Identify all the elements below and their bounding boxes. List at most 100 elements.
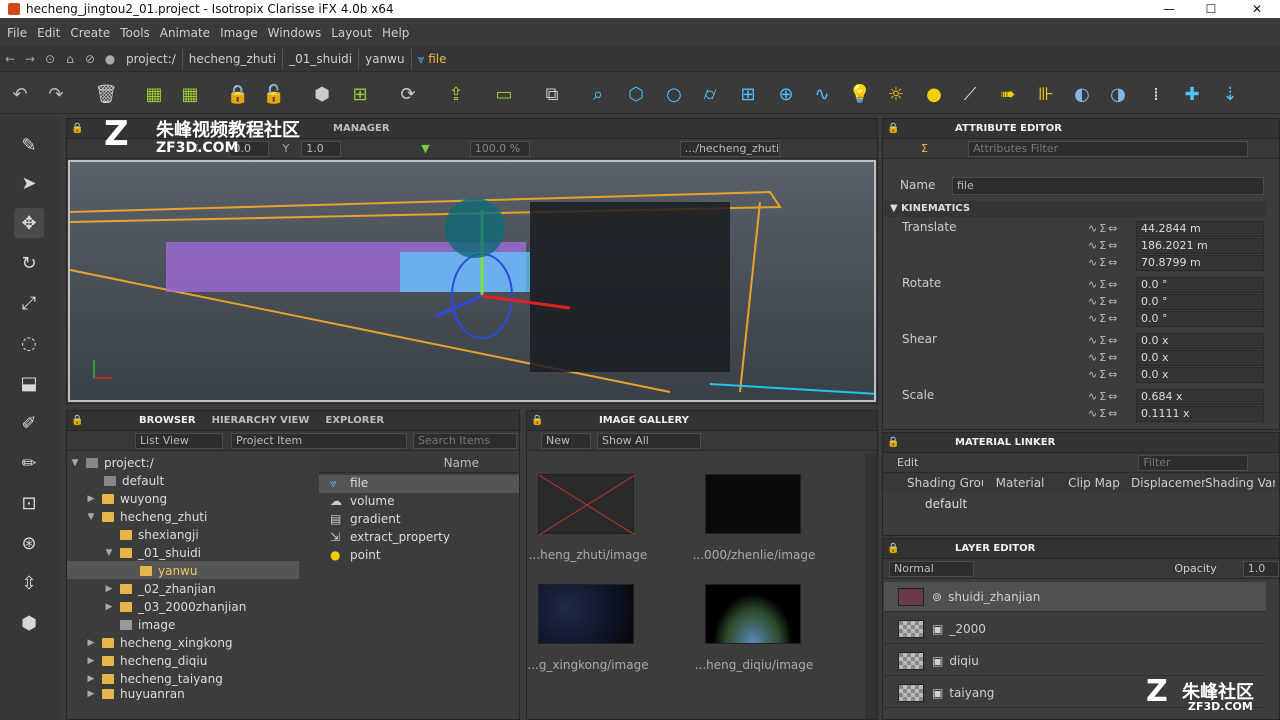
animate-icons[interactable]: ∿Σ⇔ — [1088, 312, 1119, 325]
sphere-light-icon[interactable]: ● — [922, 82, 946, 106]
scale-y[interactable]: 0.1111 x — [1136, 406, 1264, 422]
camera-move-icon[interactable]: ⊛ — [14, 528, 44, 558]
brush-icon[interactable]: ✏ — [14, 448, 44, 478]
sigma-icon[interactable]: Σ — [921, 142, 928, 155]
particles-icon[interactable]: ⁞ — [1144, 82, 1168, 106]
collapse-icon[interactable]: ▼ — [86, 508, 96, 526]
move-icon[interactable]: ✥ — [14, 208, 44, 238]
collapse-icon[interactable]: ▼ — [104, 544, 114, 562]
rotate-icon[interactable]: ↻ — [14, 248, 44, 278]
translate-y[interactable]: 186.2021 m — [1136, 238, 1264, 254]
measure-icon[interactable]: ⇳ — [14, 568, 44, 598]
environment-icon[interactable]: ◐ — [1070, 82, 1094, 106]
shapes-icon[interactable]: ⬢ — [14, 608, 44, 638]
redo-icon[interactable]: ↷ — [44, 82, 68, 106]
history-icon[interactable]: ⊙ — [40, 52, 60, 66]
light-bulb-icon[interactable]: 💡 — [848, 82, 872, 106]
menu-layout[interactable]: Layout — [326, 26, 377, 40]
tree-item-image[interactable]: image — [120, 616, 175, 634]
layer-row[interactable]: ▣ _2000 — [884, 614, 1266, 644]
menu-file[interactable]: File — [2, 26, 32, 40]
tree-item-hecheng-zhuti[interactable]: ▼ hecheng_zhuti — [86, 508, 208, 526]
col-clip-map[interactable]: Clip Map — [1057, 473, 1131, 493]
attributes-filter-input[interactable]: Attributes Filter — [967, 140, 1248, 157]
animate-icons[interactable]: ∿Σ⇔ — [1088, 295, 1119, 308]
zoom-icon[interactable]: ⌕ — [586, 82, 610, 106]
spot-light-icon[interactable]: ⟋ — [958, 82, 982, 106]
col-displacement[interactable]: Displacement — [1131, 473, 1205, 493]
animate-icons[interactable]: ∿Σ⇔ — [1088, 390, 1119, 403]
sun-icon[interactable]: ☼ — [884, 82, 908, 106]
expand-icon[interactable]: ▶ — [86, 670, 96, 688]
animate-icons[interactable]: ∿Σ⇔ — [1088, 278, 1119, 291]
col-shading-group[interactable]: Shading Group — [907, 473, 983, 493]
network-icon[interactable]: ⧉ — [540, 82, 564, 106]
expand-icon[interactable]: ▶ — [86, 688, 96, 700]
browser-lock-icon[interactable]: 🔒 — [71, 415, 131, 426]
thumbnail-zhenlie[interactable] — [705, 474, 801, 534]
edit-menu[interactable]: Edit — [897, 456, 918, 469]
col-material[interactable]: Material — [983, 473, 1057, 493]
list-item-point[interactable]: ● point — [322, 546, 518, 564]
breadcrumb-hecheng-zhuti[interactable]: hecheng_zhuti — [183, 48, 284, 69]
3d-viewport[interactable] — [68, 160, 876, 402]
minimize-button[interactable]: — — [1146, 0, 1192, 18]
grid-icon[interactable]: ⊞ — [736, 82, 760, 106]
menu-create[interactable]: Create — [65, 26, 115, 40]
layer-row[interactable]: ▣ diqiu — [884, 646, 1266, 676]
tree-item-yanwu[interactable]: yanwu — [140, 562, 197, 580]
ungroup-icon[interactable]: ▦ — [178, 82, 202, 106]
stop-icon[interactable]: ⊘ — [80, 52, 100, 66]
animate-icons[interactable]: ∿Σ⇔ — [1088, 256, 1119, 269]
tree-item-taiyang[interactable]: ▶ hecheng_taiyang — [86, 670, 223, 688]
expand-icon[interactable]: ▶ — [104, 580, 114, 598]
layer-lock-icon[interactable]: 🔒 — [887, 543, 947, 554]
group-icon[interactable]: ▦ — [142, 82, 166, 106]
area-light-icon[interactable]: ⊪ — [1034, 82, 1058, 106]
name-field[interactable]: file — [952, 177, 1264, 195]
pipette-icon[interactable]: ✎ — [14, 130, 44, 160]
expand-icon[interactable]: ▶ — [104, 598, 114, 616]
menu-help[interactable]: Help — [377, 26, 414, 40]
undo-icon[interactable]: ↶ — [8, 82, 32, 106]
select-arrow-icon[interactable]: ➤ — [14, 168, 44, 198]
pivot-icon[interactable]: ◌ — [14, 328, 44, 358]
animate-icons[interactable]: ∿Σ⇔ — [1088, 407, 1119, 420]
blend-mode-select[interactable]: Normal — [889, 560, 975, 577]
frame-icon[interactable]: ⊡ — [14, 488, 44, 518]
rotate-x[interactable]: 0.0 ° — [1136, 277, 1264, 293]
tree-item-diqiu[interactable]: ▶ hecheng_diqiu — [86, 652, 208, 670]
curve-icon[interactable]: ∿ — [810, 82, 834, 106]
gallery-lock-icon[interactable]: 🔒 — [531, 415, 591, 426]
expand-icon[interactable]: ▶ — [86, 490, 96, 508]
breadcrumb-shuidi[interactable]: _01_shuidi — [283, 48, 360, 69]
field-y[interactable]: 1.0 — [301, 140, 342, 157]
tab-browser[interactable]: BROWSER — [131, 415, 204, 426]
menu-windows[interactable]: Windows — [263, 26, 327, 40]
tree-item-wuyong[interactable]: ▶ wuyong — [86, 490, 168, 508]
opacity-field[interactable]: 1.0 — [1242, 560, 1279, 577]
info-icon[interactable]: ● — [100, 52, 120, 66]
sphere-icon[interactable]: ○ — [662, 82, 686, 106]
menu-animate[interactable]: Animate — [155, 26, 215, 40]
tab-hierarchy-view[interactable]: HIERARCHY VIEW — [204, 415, 318, 426]
unlock-icon[interactable]: 🔓 — [262, 82, 286, 106]
rotate-z[interactable]: 0.0 ° — [1136, 311, 1264, 327]
place-icon[interactable]: ⬓ — [14, 368, 44, 398]
forward-icon[interactable]: → — [20, 52, 40, 66]
list-item-volume[interactable]: ☁ volume — [322, 492, 518, 510]
thumbnail-xingkong[interactable] — [538, 584, 634, 644]
shear-z[interactable]: 0.0 x — [1136, 367, 1264, 383]
tree-item-shexiangji[interactable]: shexiangji — [120, 526, 199, 544]
search-items-input[interactable]: Search Items — [413, 432, 517, 449]
scale-x[interactable]: 0.684 x — [1136, 389, 1264, 405]
material-filter-input[interactable]: Filter — [1138, 454, 1249, 471]
snap-icon[interactable]: ⊞ — [348, 82, 372, 106]
layer-row[interactable]: ⊚ shuidi_zhanjian — [884, 582, 1266, 612]
attr-lock-icon[interactable]: 🔒 — [887, 123, 947, 134]
tree-item-huyuanran[interactable]: ▶ huyuanran — [86, 688, 185, 700]
collapse-icon[interactable]: ▼ — [70, 454, 80, 472]
gallery-scrollbar[interactable] — [865, 453, 877, 719]
animate-icons[interactable]: ∿Σ⇔ — [1088, 222, 1119, 235]
translate-z[interactable]: 70.8799 m — [1136, 255, 1264, 271]
